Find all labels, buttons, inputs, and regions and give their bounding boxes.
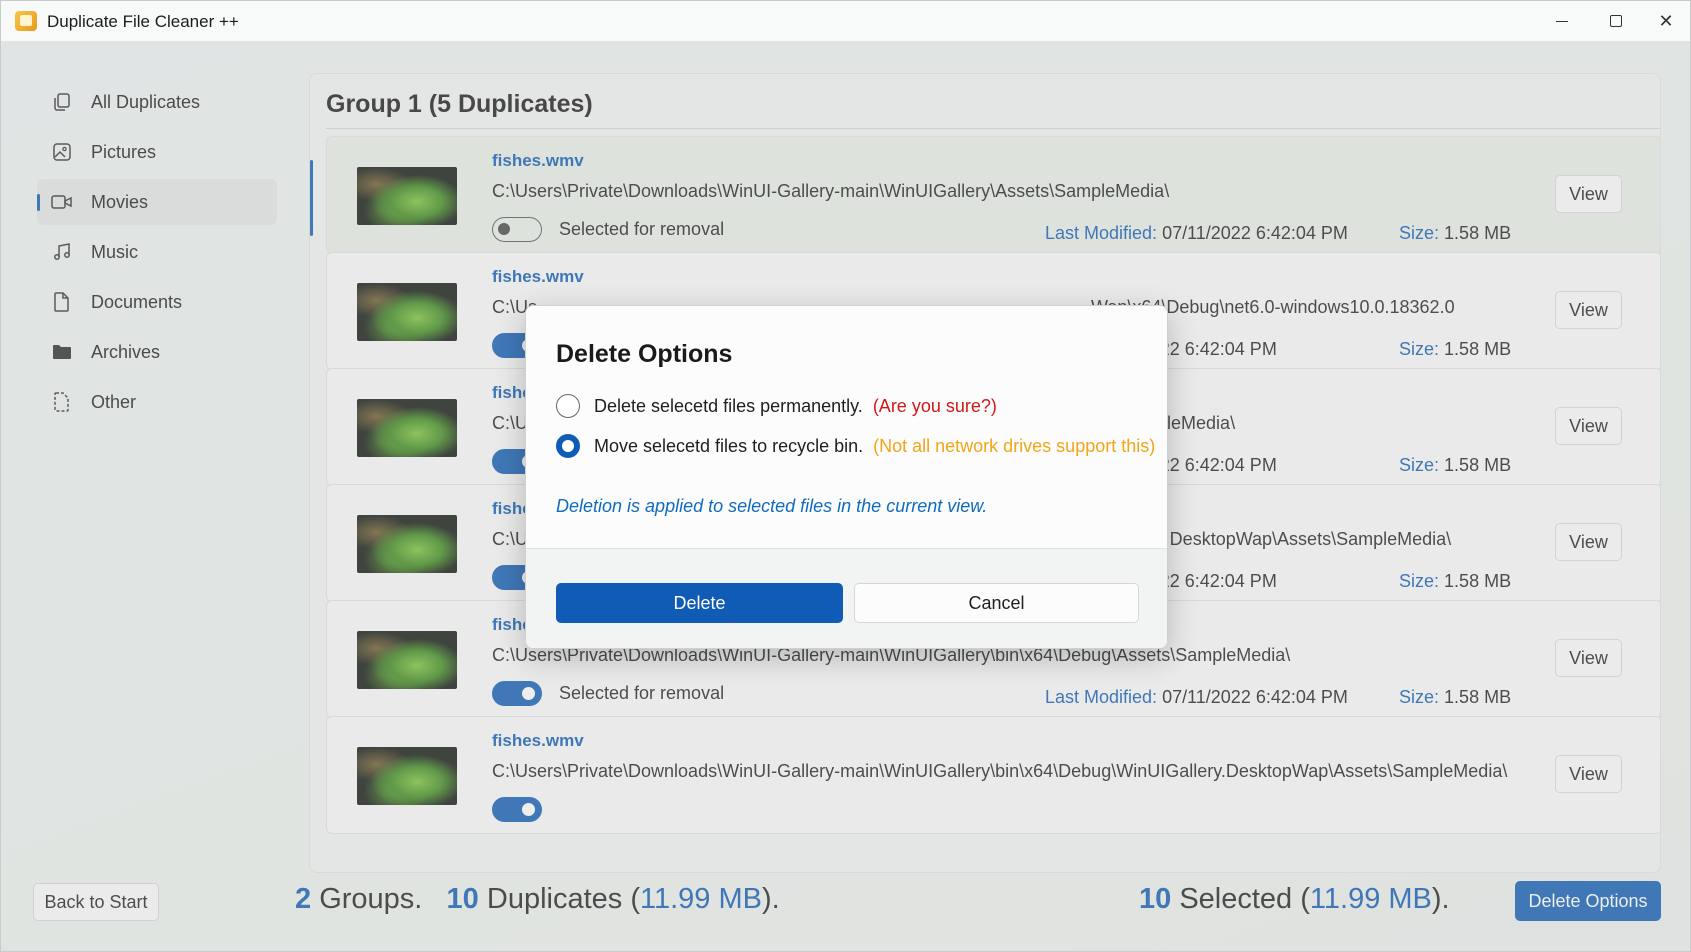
option-permanent-warning: (Are you sure?) xyxy=(872,395,997,416)
option-recycle-bin[interactable]: Move selecetd files to recycle bin. (Not… xyxy=(556,434,1155,458)
dialog-footer: Delete Cancel xyxy=(526,548,1167,648)
title-bar: Duplicate File Cleaner ++ ✕ xyxy=(1,1,1690,41)
close-button[interactable]: ✕ xyxy=(1641,1,1690,41)
maximize-icon xyxy=(1610,15,1622,27)
minimize-button[interactable] xyxy=(1537,1,1587,41)
app-logo-icon xyxy=(15,11,37,31)
minimize-icon xyxy=(1556,20,1568,22)
radio-permanent[interactable] xyxy=(556,394,580,418)
dialog-title: Delete Options xyxy=(556,340,733,368)
maximize-button[interactable] xyxy=(1591,1,1641,41)
delete-button[interactable]: Delete xyxy=(556,583,843,623)
cancel-button[interactable]: Cancel xyxy=(854,583,1139,623)
option-permanent-label: Delete selecetd files permanently. xyxy=(594,395,863,416)
dialog-note: Deletion is applied to selected files in… xyxy=(556,496,988,516)
radio-recycle[interactable] xyxy=(556,434,580,458)
option-recycle-warning: (Not all network drives support this) xyxy=(873,435,1156,456)
window-title: Duplicate File Cleaner ++ xyxy=(47,12,239,31)
option-delete-permanently[interactable]: Delete selecetd files permanently. (Are … xyxy=(556,394,997,418)
delete-options-dialog: Delete Options Delete selecetd files per… xyxy=(525,305,1168,649)
close-icon: ✕ xyxy=(1658,10,1674,31)
app-window: Duplicate File Cleaner ++ ✕ All Duplicat… xyxy=(0,0,1691,952)
option-recycle-label: Move selecetd files to recycle bin. xyxy=(594,435,864,456)
